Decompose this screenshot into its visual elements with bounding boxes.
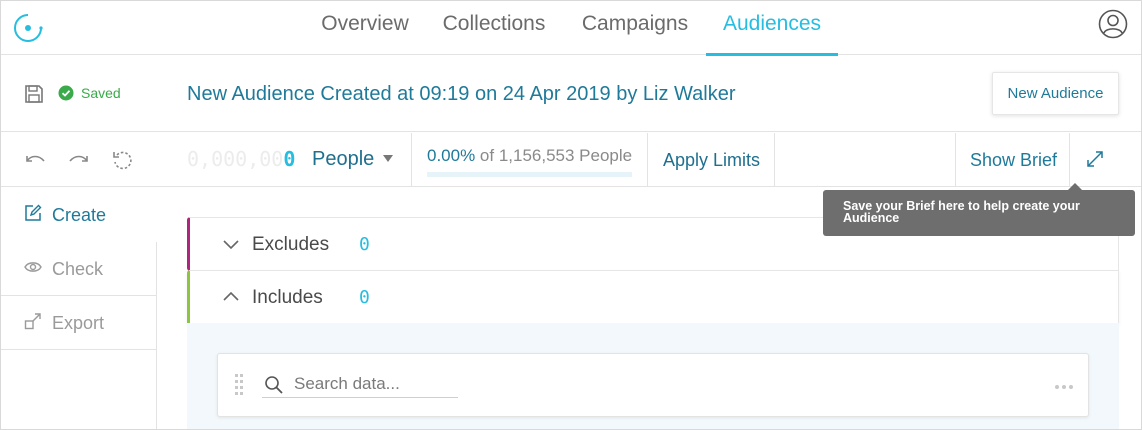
expand-icon[interactable] <box>1085 149 1105 169</box>
undo-icon[interactable] <box>23 149 47 171</box>
tab-collections[interactable]: Collections <box>438 1 550 55</box>
includes-count: 0 <box>359 287 370 308</box>
show-brief-button[interactable]: Show Brief <box>970 150 1057 171</box>
chevron-up-icon[interactable] <box>223 291 239 303</box>
side-menu-check[interactable]: Check <box>1 242 157 296</box>
tab-campaigns[interactable]: Campaigns <box>577 1 693 55</box>
audience-counter: 0,000,000 <box>187 147 295 171</box>
user-account-icon[interactable] <box>1098 9 1128 39</box>
reset-icon[interactable] <box>111 149 135 171</box>
show-brief-tooltip: Save your Brief here to help create your… <box>823 183 1135 236</box>
excludes-count: 0 <box>359 234 370 255</box>
audience-title[interactable]: New Audience Created at 09:19 on 24 Apr … <box>187 83 736 106</box>
divider <box>774 133 775 186</box>
redo-icon[interactable] <box>67 149 91 171</box>
audience-header: Saved New Audience Created at 09:19 on 2… <box>1 56 1141 132</box>
side-menu-label: Export <box>52 313 105 333</box>
search-data-card <box>217 353 1089 417</box>
percentage-bar <box>427 172 632 177</box>
tab-audiences[interactable]: Audiences <box>706 1 838 56</box>
export-icon <box>24 313 41 330</box>
includes-label: Includes <box>252 287 323 308</box>
saved-check-icon <box>58 85 74 101</box>
drag-handle-icon[interactable] <box>234 373 244 397</box>
side-menu-export[interactable]: Export <box>1 296 157 350</box>
tab-overview[interactable]: Overview <box>318 1 412 55</box>
side-menu-label: Create <box>52 205 107 225</box>
edit-icon <box>25 204 42 221</box>
percentage-value: 0.00% <box>427 146 476 165</box>
side-menu-label: Check <box>52 259 104 279</box>
nav-tabs: Overview Collections Campaigns Audiences <box>1 1 1141 56</box>
divider <box>411 133 412 186</box>
audience-percentage: 0.00% of 1,156,553 People <box>427 146 632 166</box>
caret-down-icon[interactable] <box>383 155 393 163</box>
search-data-input[interactable] <box>262 370 458 398</box>
apply-limits-button[interactable]: Apply Limits <box>663 150 760 171</box>
new-audience-button[interactable]: New Audience <box>992 72 1119 115</box>
divider <box>647 133 648 186</box>
more-options-icon[interactable] <box>1054 384 1074 390</box>
side-menu: Create Check Export <box>1 188 158 429</box>
divider <box>955 133 956 186</box>
counter-value: 0 <box>283 147 296 171</box>
includes-section[interactable]: Includes 0 <box>187 270 1119 324</box>
unit-selector[interactable]: People <box>312 148 374 171</box>
save-icon[interactable] <box>23 83 45 105</box>
app-window: Overview Collections Campaigns Audiences… <box>0 0 1142 430</box>
divider <box>1069 133 1070 186</box>
side-menu-create[interactable]: Create <box>1 188 158 242</box>
excludes-label: Excludes <box>252 234 330 255</box>
top-navigation: Overview Collections Campaigns Audiences <box>1 1 1141 56</box>
chevron-down-icon[interactable] <box>223 238 239 250</box>
saved-status: Saved <box>81 85 121 101</box>
percentage-total: of 1,156,553 People <box>475 146 633 165</box>
audience-toolbar: 0,000,000 People 0.00% of 1,156,553 Peop… <box>1 133 1141 187</box>
eye-icon <box>24 262 42 272</box>
counter-placeholder-digits: 0,000,00 <box>187 147 284 171</box>
search-icon <box>265 376 283 394</box>
